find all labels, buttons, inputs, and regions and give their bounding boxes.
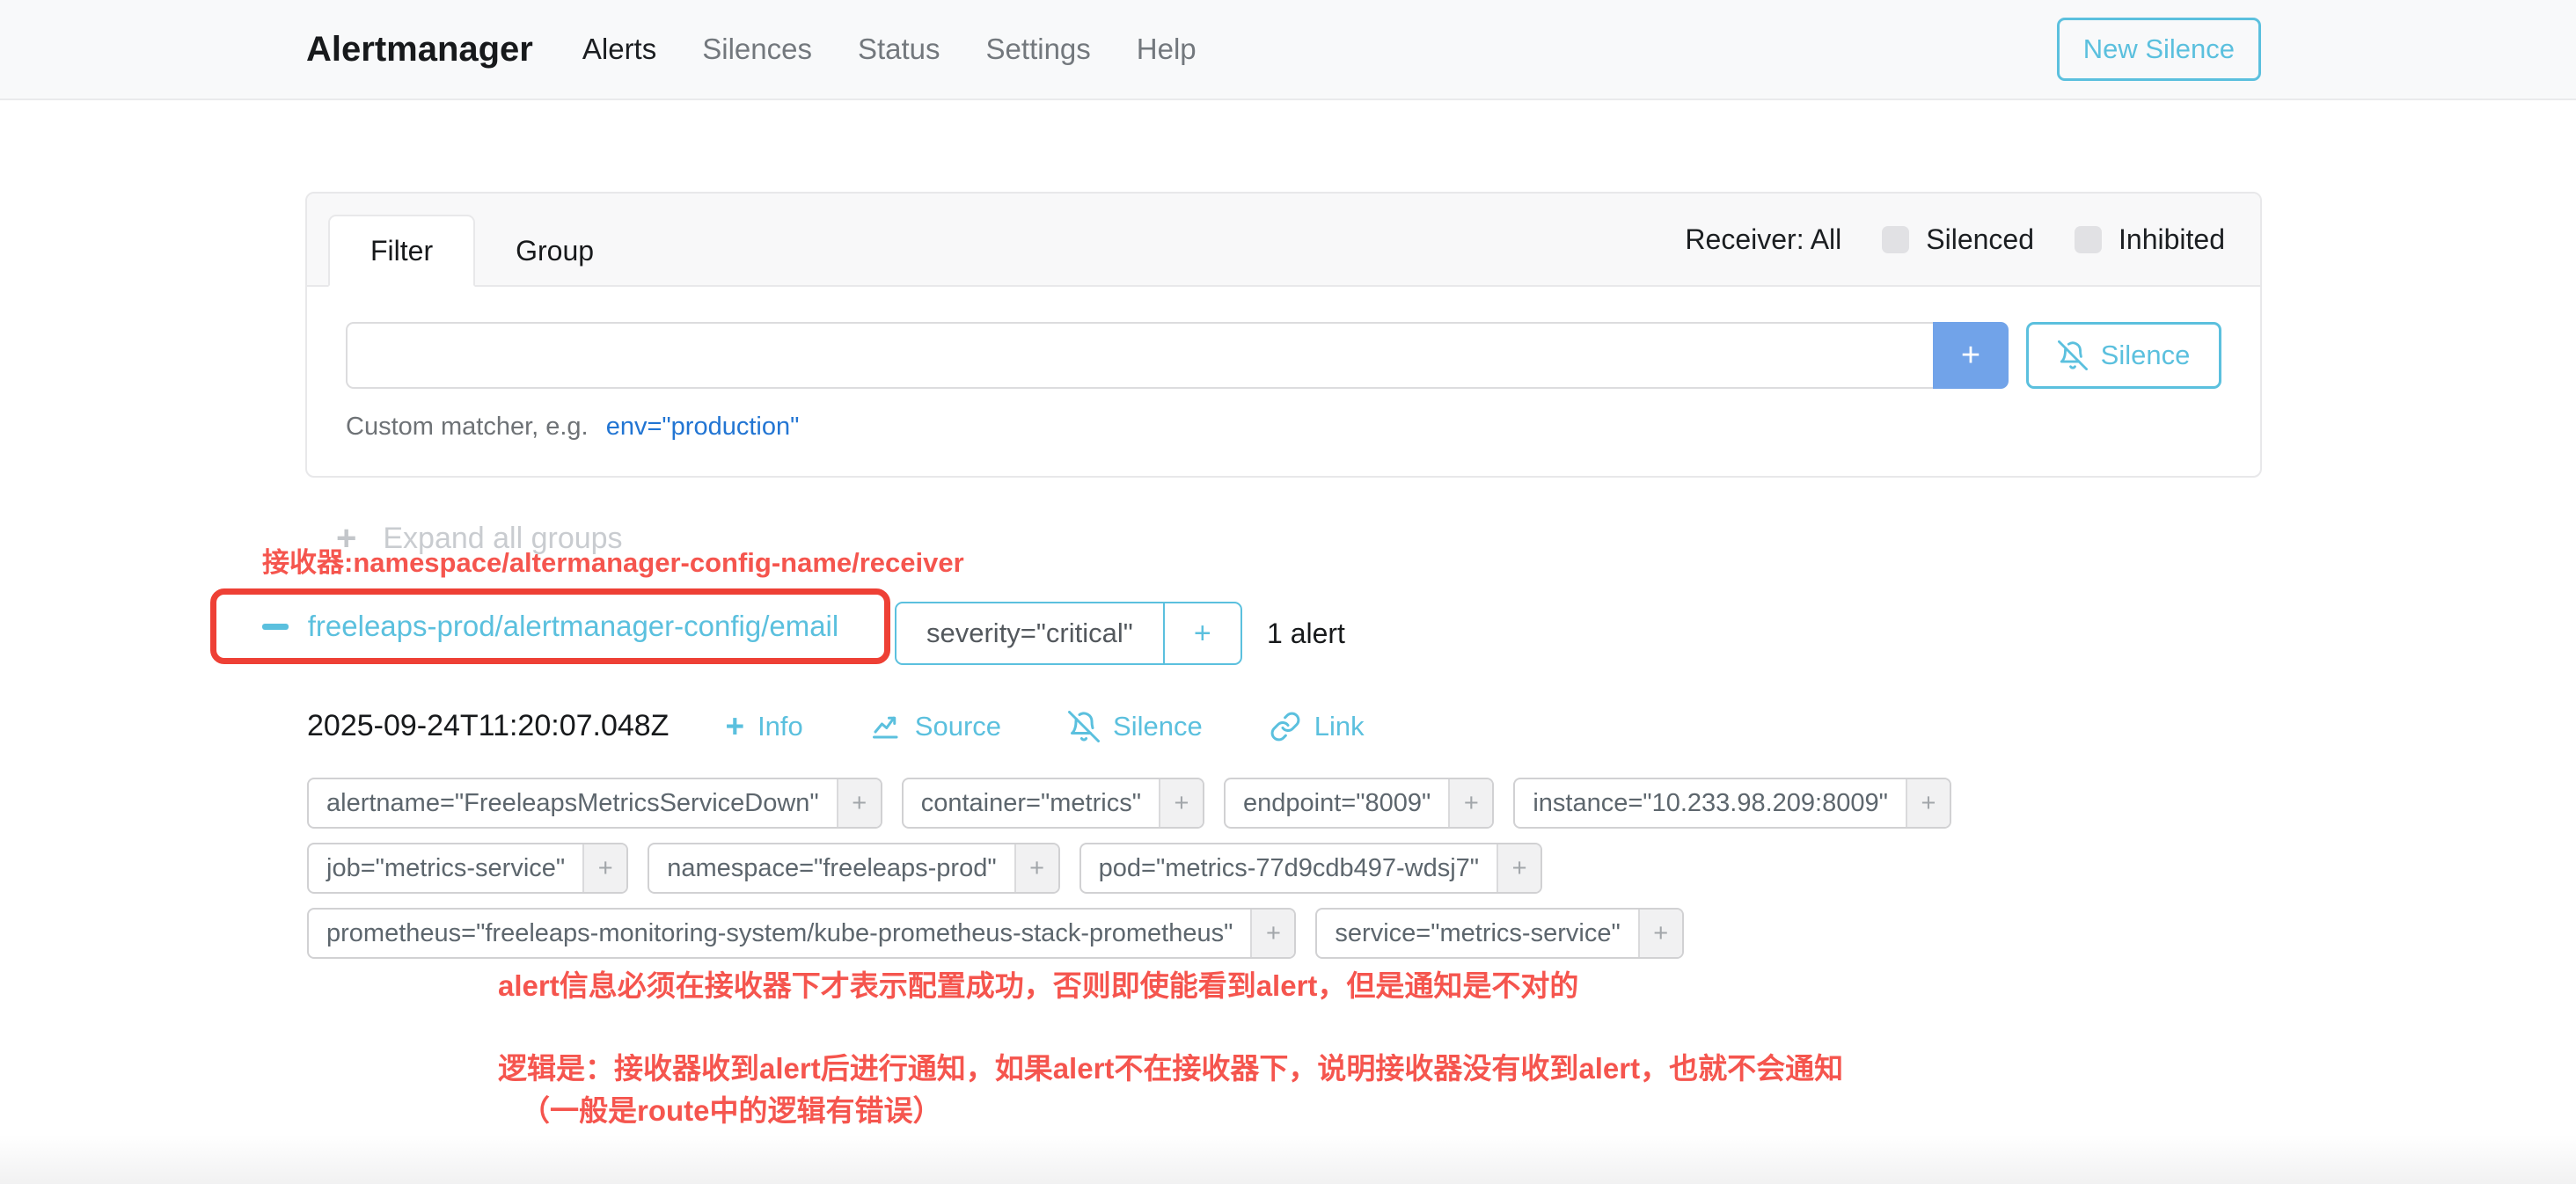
plus-icon[interactable]: + [837,779,881,827]
alert-label-chip: namespace="freeleaps-prod" + [648,843,1059,894]
bell-slash-icon [2058,340,2088,370]
plus-icon[interactable]: + [582,844,626,892]
minus-icon [262,624,289,630]
bell-slash-icon [1068,711,1100,742]
alert-link-button[interactable]: Link [1264,709,1370,743]
alert-label-chip: prometheus="freeleaps-monitoring-system/… [307,908,1296,959]
silence-filter-button[interactable]: Silence [2026,322,2221,389]
alert-label-chip: endpoint="8009" + [1224,778,1494,829]
annotation-note-2: 逻辑是：接收器收到alert后进行通知，如果alert不在接收器下，说明接收器没… [498,1045,1843,1087]
matcher-input[interactable] [346,322,1933,389]
receiver-filter-label[interactable]: Receiver: All [1685,223,1841,256]
alert-label-text: alertname="FreeleapsMetricsServiceDown" [309,779,837,827]
filter-card: FilterGroup Receiver: All Silenced Inhib… [305,192,2262,478]
matcher-hint-text: Custom matcher, e.g. [346,413,589,441]
nav-item[interactable]: Alerts [582,33,656,66]
plus-icon[interactable]: + [1497,844,1540,892]
plus-icon[interactable]: + [1448,779,1492,827]
matcher-hint: Custom matcher, e.g. env="production" [346,413,2221,442]
alert-label-chip: pod="metrics-77d9cdb497-wdsj7" + [1079,843,1542,894]
group-matcher-text: severity="critical" [896,603,1163,663]
silenced-checkbox[interactable]: Silenced [1882,223,2034,256]
receiver-group-button[interactable]: freeleaps-prod/alertmanager-config/email [257,609,844,644]
plus-icon[interactable]: + [1250,910,1294,957]
alert-label-chip: job="metrics-service" + [307,843,628,894]
filter-header-right: Receiver: All Silenced Inhibited [1685,193,2225,286]
alert-actions: + Info Source Silence [720,709,1369,743]
plus-icon[interactable]: + [1638,910,1682,957]
new-silence-button[interactable]: New Silence [2057,18,2261,81]
silence-filter-label: Silence [2101,340,2191,371]
top-navbar: Alertmanager Alerts Silences Status Setting… [0,0,2576,100]
alert-info-button[interactable]: + Info [720,709,808,743]
alert-source-button[interactable]: Source [865,709,1006,743]
alert-label-text: endpoint="8009" [1226,779,1448,827]
nav-item[interactable]: Silences [702,33,812,66]
matcher-input-group: + Silence [346,322,2221,389]
annotation-note-1: alert信息必须在接收器下才表示配置成功，否则即使能看到alert，但是通知是… [498,962,1578,1005]
alert-label-chip: container="metrics" + [902,778,1204,829]
alert-timestamp: 2025-09-24T11:20:07.048Z [307,709,669,743]
nav-item[interactable]: Help [1137,33,1197,66]
receiver-group-name: freeleaps-prod/alertmanager-config/email [308,610,838,643]
alert-silence-button[interactable]: Silence [1063,709,1208,743]
annotation-note-3: （一般是route中的逻辑有错误） [521,1087,942,1129]
nav-item[interactable]: Settings [986,33,1091,66]
filter-card-body: + Silence Custom matcher, e.g. env="prod… [307,287,2260,477]
bottom-shadow [0,1135,2576,1184]
tab[interactable]: Group [475,215,634,287]
alert-label-text: prometheus="freeleaps-monitoring-system/… [309,910,1250,957]
app-brand[interactable]: Alertmanager [306,30,533,69]
tab[interactable]: Filter [328,215,475,287]
alert-label-text: pod="metrics-77d9cdb497-wdsj7" [1081,844,1497,892]
alert-silence-label: Silence [1113,711,1203,742]
alert-source-label: Source [915,711,1001,742]
inhibited-checkbox-label: Inhibited [2119,223,2225,256]
alert-row: 2025-09-24T11:20:07.048Z + Info Source S… [307,709,1370,743]
alert-label-text: container="metrics" [904,779,1159,827]
silenced-checkbox-label: Silenced [1926,223,2034,256]
main-nav: Alerts Silences Status Settings Help [582,33,1197,66]
alert-label-text: job="metrics-service" [309,844,582,892]
plus-icon[interactable]: + [1159,779,1203,827]
matcher-example-link[interactable]: env="production" [606,413,800,441]
link-icon [1270,711,1301,742]
add-matcher-button[interactable]: + [1933,322,2009,389]
checkbox-box-icon[interactable] [1882,226,1909,253]
alert-count: 1 alert [1267,618,1345,650]
filter-tabs: FilterGroup [328,215,634,285]
nav-item[interactable]: Status [858,33,940,66]
alert-labels: alertname="FreeleapsMetricsServiceDown" … [307,778,1996,959]
filter-card-header: FilterGroup Receiver: All Silenced Inhib… [307,194,2260,287]
checkbox-box-icon[interactable] [2075,226,2102,253]
alert-label-chip: instance="10.233.98.209:8009" + [1513,778,1951,829]
alert-label-text: namespace="freeleaps-prod" [649,844,1014,892]
annotation-highlight-box: freeleaps-prod/alertmanager-config/email [210,588,890,664]
alert-label-text: service="metrics-service" [1317,910,1637,957]
alert-label-chip: alertname="FreeleapsMetricsServiceDown" … [307,778,882,829]
alert-link-label: Link [1314,711,1365,742]
alert-info-label: Info [757,711,803,742]
plus-icon[interactable]: + [1014,844,1058,892]
group-matcher-add-button[interactable]: + [1163,603,1240,663]
group-matcher-chip: severity="critical" + [895,602,1242,665]
inhibited-checkbox[interactable]: Inhibited [2075,223,2225,256]
plus-icon[interactable]: + [1906,779,1950,827]
chart-line-icon [870,711,902,742]
alert-label-chip: service="metrics-service" + [1315,908,1683,959]
plus-icon: + [725,710,744,742]
alert-label-text: instance="10.233.98.209:8009" [1515,779,1906,827]
annotation-receiver-note: 接收器:namespace/altermanager-config-name/r… [262,540,964,580]
